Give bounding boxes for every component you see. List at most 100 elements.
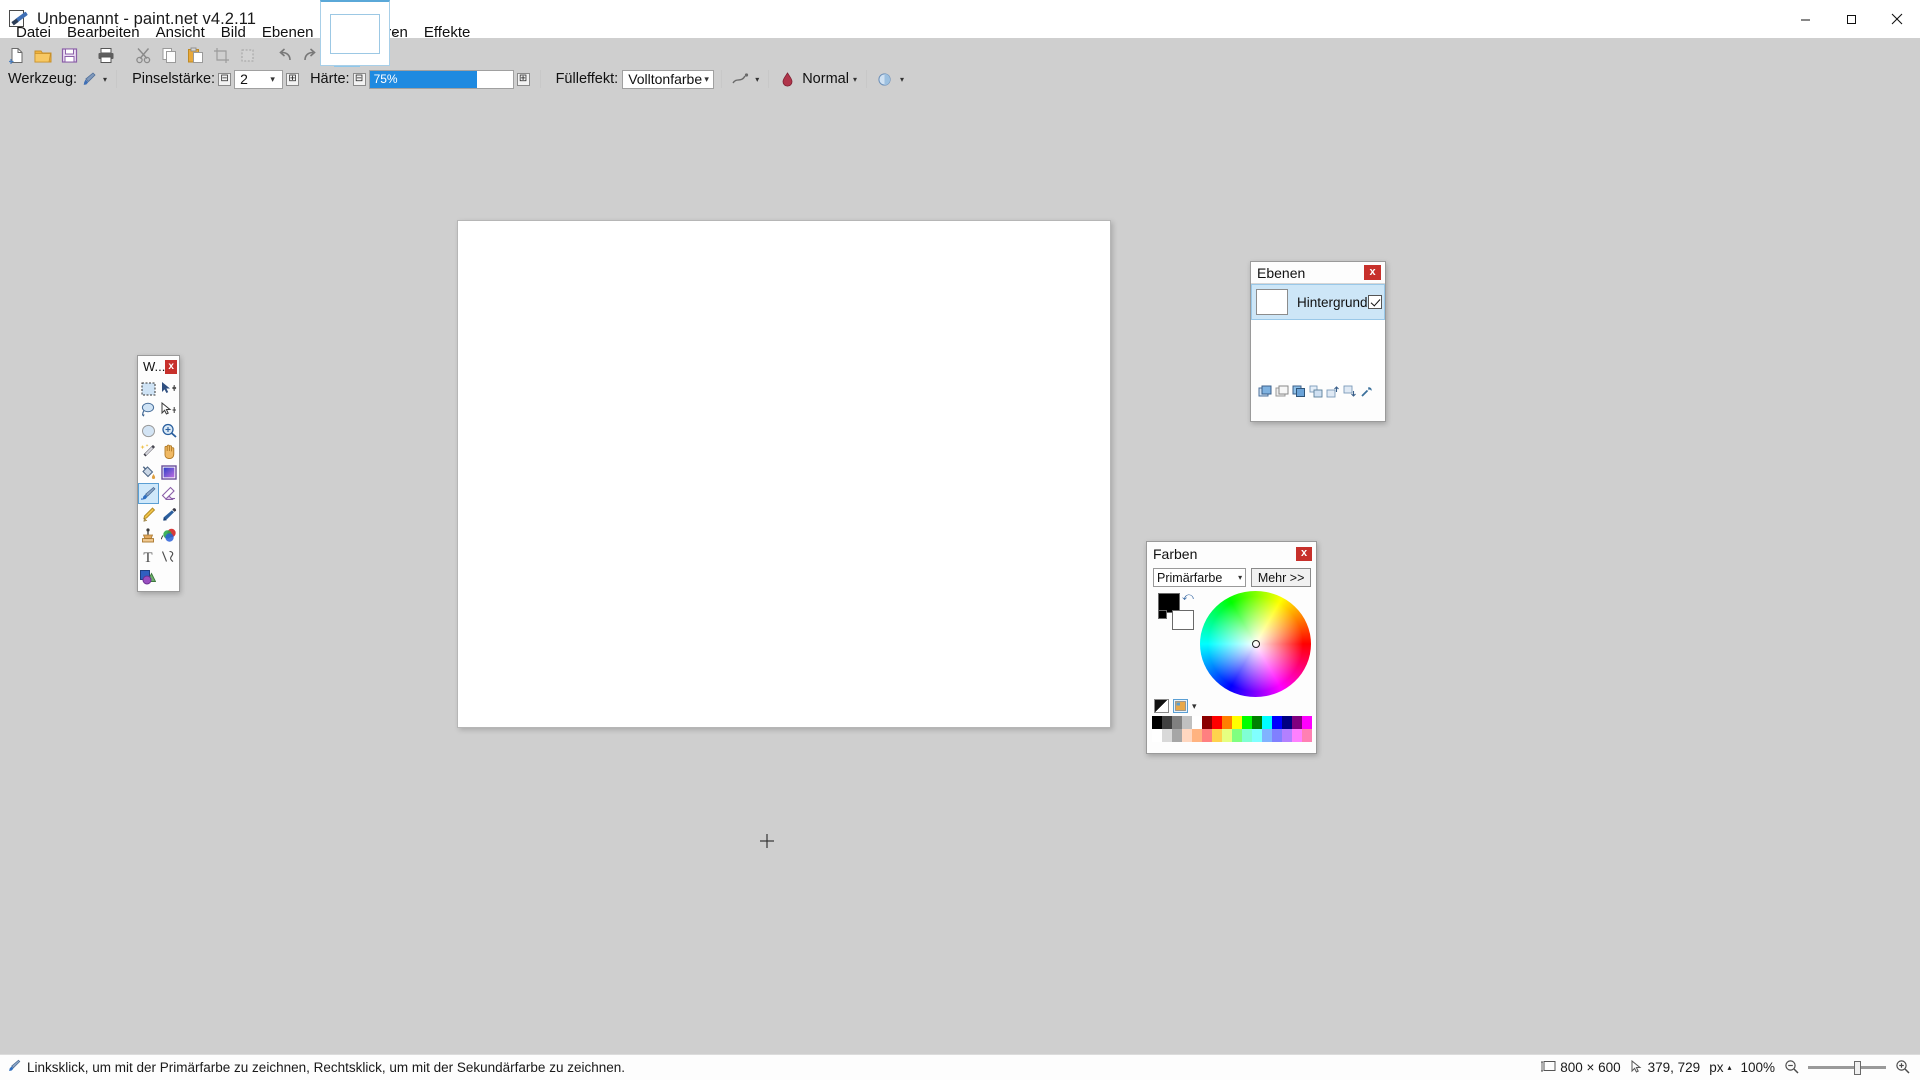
palette-swatch[interactable] xyxy=(1222,716,1232,729)
open-folder-icon[interactable] xyxy=(30,45,56,67)
save-icon[interactable] xyxy=(56,45,82,67)
chevron-down-icon[interactable]: ▾ xyxy=(265,74,280,85)
palette-icon[interactable] xyxy=(1173,699,1188,713)
tool-color-picker[interactable] xyxy=(159,504,180,525)
palette-swatch[interactable] xyxy=(1152,729,1162,742)
colors-palette[interactable]: Farben x Primärfarbe ▾ Mehr >> ⤺ ▾ xyxy=(1146,541,1317,754)
new-file-icon[interactable] xyxy=(4,45,30,67)
tool-recolor[interactable] xyxy=(159,525,180,546)
tool-eraser[interactable] xyxy=(159,483,180,504)
color-wheel[interactable] xyxy=(1200,591,1311,697)
tool-ellipse-select[interactable] xyxy=(138,420,159,441)
move-layer-down-icon[interactable] xyxy=(1342,384,1357,399)
tool-line-curve[interactable] xyxy=(159,546,180,567)
palette-swatch[interactable] xyxy=(1212,716,1222,729)
image-thumbnail[interactable] xyxy=(330,13,380,54)
palette-swatch[interactable] xyxy=(1182,716,1192,729)
delete-layer-icon[interactable] xyxy=(1274,384,1289,399)
layers-palette[interactable]: Ebenen x Hintergrund xyxy=(1250,261,1386,422)
palette-swatch[interactable] xyxy=(1182,729,1192,742)
menu-bearbeiten[interactable]: Bearbeiten xyxy=(59,22,148,44)
image-canvas[interactable] xyxy=(457,220,1111,728)
menu-ansicht[interactable]: Ansicht xyxy=(148,22,213,44)
layer-properties-icon[interactable] xyxy=(1359,384,1374,399)
reset-colors-icon[interactable] xyxy=(1158,610,1167,619)
colors-palette-title-bar[interactable]: Farben x xyxy=(1147,542,1316,565)
zoom-out-icon[interactable] xyxy=(1784,1059,1799,1077)
palette-swatch[interactable] xyxy=(1162,729,1172,742)
alpha-blending-icon[interactable] xyxy=(874,69,896,89)
palette-swatch[interactable] xyxy=(1302,729,1312,742)
palette-dropdown-caret[interactable]: ▾ xyxy=(1192,701,1197,712)
palette-swatch-row-2[interactable] xyxy=(1152,729,1312,742)
antialiasing-icon[interactable] xyxy=(729,69,751,89)
palette-swatch[interactable] xyxy=(1262,716,1272,729)
palette-swatch[interactable] xyxy=(1192,729,1202,742)
palette-swatch[interactable] xyxy=(1282,716,1292,729)
zoom-slider-knob[interactable] xyxy=(1854,1060,1861,1075)
palette-swatch-row-1[interactable] xyxy=(1152,716,1312,729)
close-icon[interactable]: x xyxy=(165,359,177,374)
tool-dropdown-caret[interactable]: ▾ xyxy=(103,75,107,84)
brush-width-input[interactable]: 2 ▾ xyxy=(234,69,284,89)
tool-magic-wand[interactable] xyxy=(138,441,159,462)
tool-text[interactable]: T xyxy=(138,546,159,567)
chevron-down-icon[interactable]: ⌄ xyxy=(388,25,402,39)
palette-swatch[interactable] xyxy=(1252,716,1262,729)
chevron-down-icon[interactable]: ▾ xyxy=(1238,573,1242,582)
crop-icon[interactable] xyxy=(208,45,234,67)
color-mode-select[interactable]: Primärfarbe ▾ xyxy=(1153,568,1247,587)
more-button[interactable]: Mehr >> xyxy=(1251,568,1311,587)
zoom-slider[interactable] xyxy=(1808,1060,1886,1075)
palette-swatch[interactable] xyxy=(1212,729,1222,742)
tool-paint-bucket[interactable] xyxy=(138,462,159,483)
zoom-in-icon[interactable] xyxy=(1895,1059,1910,1077)
tool-shapes[interactable] xyxy=(138,567,159,588)
layer-list[interactable]: Hintergrund xyxy=(1251,284,1385,380)
duplicate-layer-icon[interactable] xyxy=(1291,384,1306,399)
cut-scissors-icon[interactable] xyxy=(130,45,156,67)
hardness-decrement[interactable]: ⊟ xyxy=(352,72,366,86)
paintbrush-icon[interactable] xyxy=(77,69,99,89)
image-thumbnail-tab[interactable] xyxy=(320,0,390,66)
tool-pencil[interactable] xyxy=(138,504,159,525)
palette-swatch[interactable] xyxy=(1272,716,1282,729)
palette-swatch[interactable] xyxy=(1242,729,1252,742)
palette-black-white-icon[interactable] xyxy=(1154,699,1169,713)
alpha-dropdown-caret[interactable]: ▾ xyxy=(900,75,904,84)
blend-mode-icon[interactable] xyxy=(776,69,798,89)
palette-swatch[interactable] xyxy=(1202,729,1212,742)
chevron-down-icon[interactable]: ▾ xyxy=(702,74,711,85)
menu-effekte[interactable]: Effekte xyxy=(416,22,478,44)
undo-arrow-icon[interactable] xyxy=(271,45,297,67)
menu-ebenen[interactable]: Ebenen xyxy=(254,22,322,44)
layers-palette-title-bar[interactable]: Ebenen x xyxy=(1251,262,1385,284)
palette-swatch[interactable] xyxy=(1222,729,1232,742)
palette-swatch[interactable] xyxy=(1292,729,1302,742)
fill-select[interactable]: Volltonfarbe ▾ xyxy=(622,69,715,89)
paste-icon[interactable] xyxy=(182,45,208,67)
tool-move-selected[interactable] xyxy=(159,378,180,399)
palette-swatch[interactable] xyxy=(1292,716,1302,729)
tool-lasso-select[interactable] xyxy=(138,399,159,420)
print-icon[interactable] xyxy=(93,45,119,67)
move-layer-up-icon[interactable] xyxy=(1325,384,1340,399)
menu-datei[interactable]: Datei xyxy=(8,22,59,44)
brush-width-increment[interactable]: ⊞ xyxy=(286,72,300,86)
unit-selector[interactable]: px ▴ xyxy=(1709,1060,1731,1075)
palette-swatch[interactable] xyxy=(1282,729,1292,742)
tool-move-selection[interactable] xyxy=(159,399,180,420)
tool-zoom[interactable] xyxy=(159,420,180,441)
tools-palette[interactable]: W... x T xyxy=(137,355,180,592)
palette-swatch[interactable] xyxy=(1232,729,1242,742)
palette-swatch[interactable] xyxy=(1272,729,1282,742)
palette-swatch[interactable] xyxy=(1162,716,1172,729)
tool-rectangle-select[interactable] xyxy=(138,378,159,399)
palette-swatch[interactable] xyxy=(1202,716,1212,729)
list-item[interactable]: Hintergrund xyxy=(1251,284,1385,320)
tool-gradient[interactable] xyxy=(159,462,180,483)
secondary-color-swatch[interactable] xyxy=(1172,610,1194,630)
palette-swatch[interactable] xyxy=(1192,716,1202,729)
palette-swatch[interactable] xyxy=(1262,729,1272,742)
workspace[interactable] xyxy=(0,92,1920,988)
